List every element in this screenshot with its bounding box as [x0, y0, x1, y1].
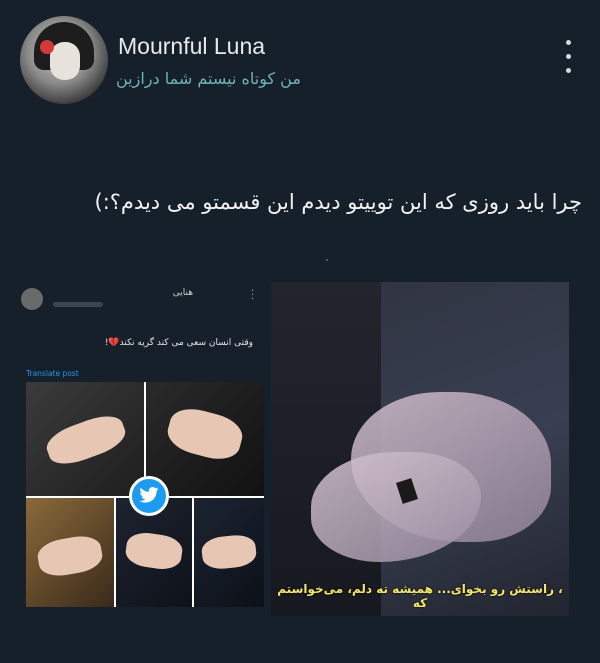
- twitter-bird-icon: [129, 476, 169, 516]
- hands-photo-3: [26, 498, 114, 607]
- tweet-text: چرا باید روزی که این توییتو دیدم این قسم…: [94, 190, 582, 214]
- embedded-tweet-screenshot[interactable]: هنایی · · · وقتی انسان سعی می کند گریه نکن…: [13, 282, 265, 607]
- embedded-user-handle-blur: [53, 302, 103, 307]
- divider-dot: [326, 259, 328, 261]
- embedded-more-icon: · · ·: [251, 286, 255, 305]
- avatar-flower-icon: [40, 40, 54, 54]
- anime-video-frame[interactable]: ، راستش رو بخوای... همیشه ته دلم، می‌خوا…: [271, 282, 569, 616]
- hands-photo-5: [194, 498, 264, 607]
- embedded-user-name: هنایی: [172, 288, 193, 298]
- avatar-face: [50, 42, 80, 80]
- anime-hands-lower: [311, 452, 481, 562]
- embedded-avatar: [21, 288, 43, 310]
- video-subtitle: ، راستش رو بخوای... همیشه ته دلم، می‌خوا…: [277, 582, 563, 610]
- hands-photo-1: [26, 382, 144, 496]
- more-options-icon[interactable]: [562, 40, 574, 84]
- embedded-tweet-text: وقتی انسان سعی می کند گریه نکند💔!: [104, 338, 253, 348]
- user-bio-handle: من کوتاه نیستم شما درازین: [116, 69, 301, 88]
- hands-photo-2: [146, 382, 264, 496]
- translate-post-link[interactable]: Translate post: [26, 369, 79, 378]
- display-name[interactable]: Mournful Luna: [118, 33, 265, 60]
- image-grid: [26, 382, 264, 607]
- profile-avatar[interactable]: [20, 16, 108, 104]
